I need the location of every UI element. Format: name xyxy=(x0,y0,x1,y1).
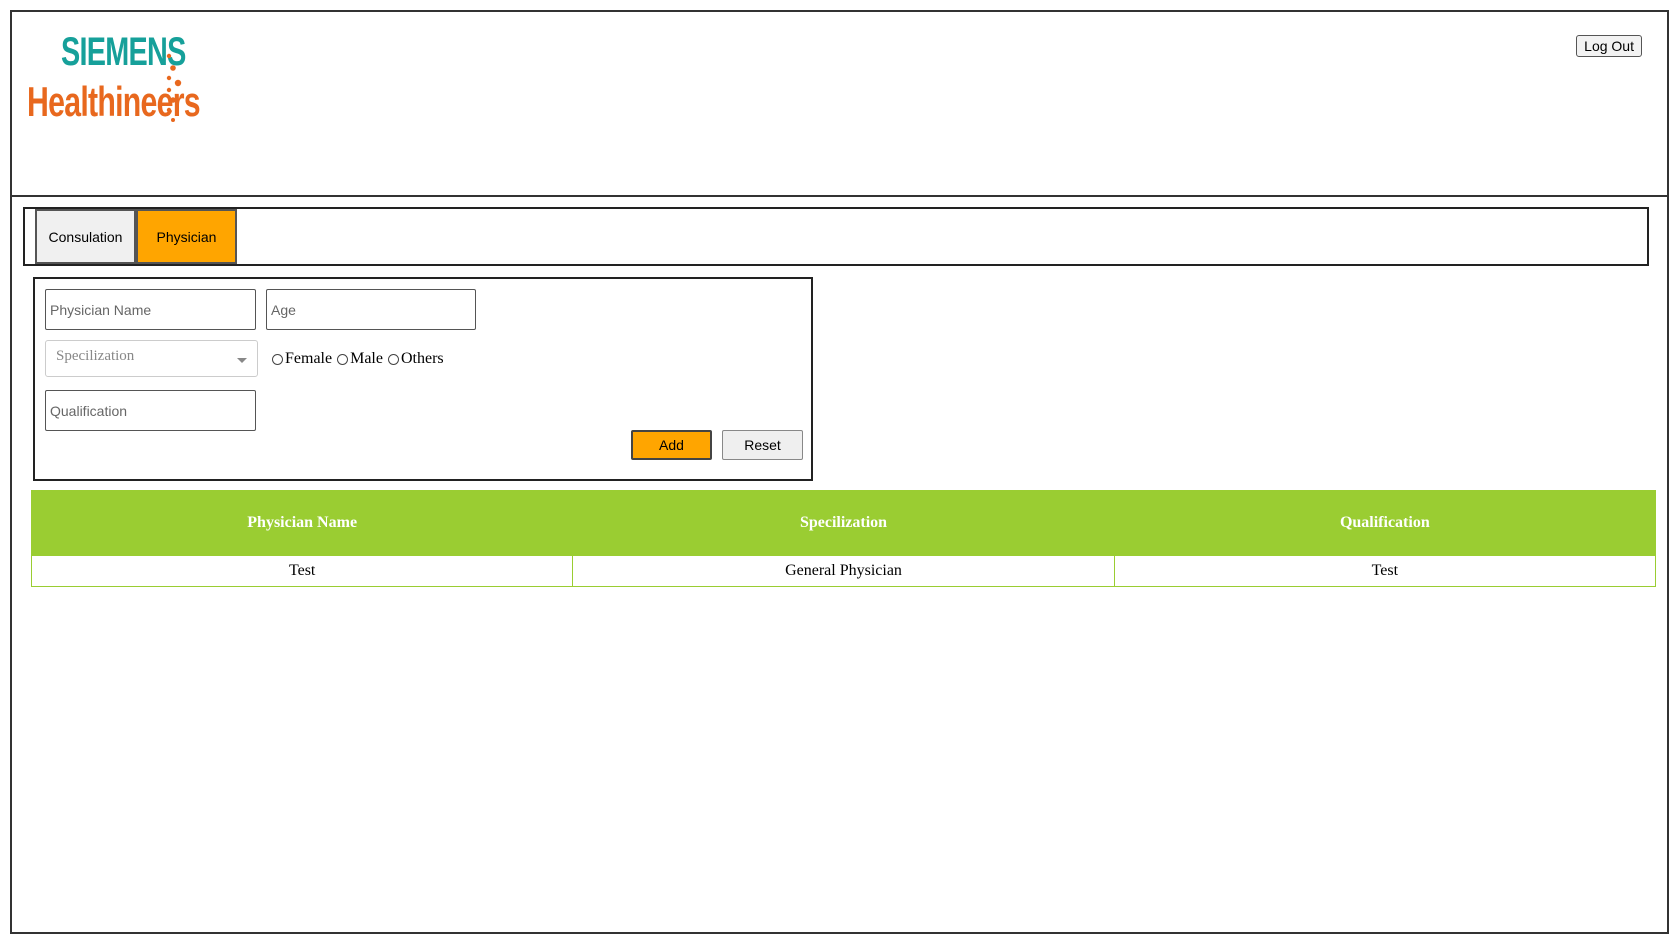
qualification-input[interactable] xyxy=(45,390,256,431)
radio-others-label: Others xyxy=(400,350,444,367)
physician-form: Specilization Female Male Others Add Res… xyxy=(33,277,813,481)
radio-circle-icon[interactable] xyxy=(387,353,399,365)
app-frame: SIEMENS Healthineers Log Out Consulation… xyxy=(10,10,1669,934)
tab-bar: Consulation Physician xyxy=(23,207,1649,266)
column-header-qualification: Qualification xyxy=(1113,490,1657,556)
cell-specilization: General Physician xyxy=(572,555,1115,587)
logo-dots-icon xyxy=(166,53,182,122)
header: SIEMENS Healthineers Log Out xyxy=(12,12,1667,197)
radio-female[interactable]: Female xyxy=(272,350,332,368)
radio-circle-icon[interactable] xyxy=(337,353,349,365)
column-header-specilization: Specilization xyxy=(572,490,1115,556)
specialization-select-value: Specilization xyxy=(56,348,135,364)
cell-physician-name: Test xyxy=(30,555,574,587)
tab-physician[interactable]: Physician xyxy=(136,209,237,264)
column-header-physician-name: Physician Name xyxy=(30,490,574,556)
age-input[interactable] xyxy=(266,289,476,330)
gender-radio-group: Female Male Others xyxy=(272,350,449,368)
reset-button[interactable]: Reset xyxy=(722,430,803,460)
siemens-healthineers-logo: SIEMENS Healthineers xyxy=(27,30,201,138)
specialization-select[interactable]: Specilization xyxy=(45,340,258,377)
add-button[interactable]: Add xyxy=(631,430,712,460)
radio-female-label: Female xyxy=(285,350,333,367)
tab-consulation[interactable]: Consulation xyxy=(35,209,136,264)
radio-circle-icon[interactable] xyxy=(272,353,283,365)
chevron-down-icon xyxy=(237,358,247,363)
physician-name-input[interactable] xyxy=(45,289,256,330)
table-row: Test General Physician Test xyxy=(30,555,1657,587)
radio-male[interactable]: Male xyxy=(337,350,383,368)
table-header-row: Physician Name Specilization Qualificati… xyxy=(30,490,1657,556)
physician-table: Physician Name Specilization Qualificati… xyxy=(30,490,1657,587)
radio-male-label: Male xyxy=(350,350,383,367)
cell-qualification: Test xyxy=(1113,555,1657,587)
radio-others[interactable]: Others xyxy=(387,350,444,368)
logout-button[interactable]: Log Out xyxy=(1576,35,1642,57)
